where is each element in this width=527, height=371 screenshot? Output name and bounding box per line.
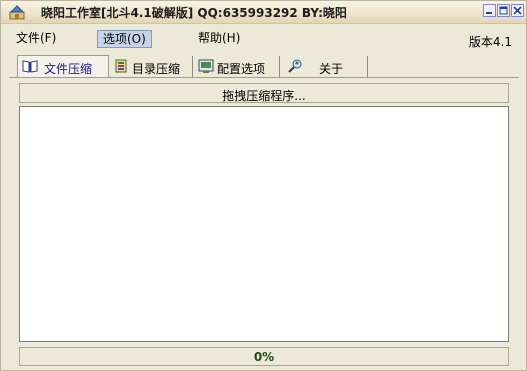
folder-stack-icon (113, 58, 129, 74)
progress-bar: 0% (19, 347, 509, 366)
title-bar[interactable]: 晓阳工作室[北斗4.1破解版] QQ:635993292 BY:晓阳 (1, 1, 526, 24)
search-person-icon (287, 58, 303, 74)
maximize-button[interactable] (497, 4, 510, 17)
drop-hint-banner: 拖拽压缩程序... (19, 83, 509, 103)
app-window: 晓阳工作室[北斗4.1破解版] QQ:635993292 BY:晓阳 文件(F)… (0, 0, 527, 371)
app-icon (9, 4, 27, 20)
tab-label: 配置选项 (217, 62, 266, 76)
minimize-button[interactable] (483, 4, 496, 17)
tab-config-options[interactable]: 配置选项 (194, 56, 280, 77)
maximize-icon (499, 6, 508, 15)
tab-label: 目录压缩 (132, 62, 181, 76)
progress-text: 0% (253, 350, 275, 364)
tab-about[interactable]: 关于 (281, 56, 368, 77)
minimize-icon (486, 12, 492, 14)
tab-label: 关于 (319, 62, 344, 76)
config-icon (198, 58, 214, 74)
file-drop-list[interactable] (19, 106, 509, 342)
tab-file-compress[interactable]: 文件压缩 (17, 55, 109, 78)
tab-directory-compress[interactable]: 目录压缩 (110, 56, 193, 77)
menu-options[interactable]: 选项(O) (97, 30, 152, 48)
menu-help[interactable]: 帮助(H) (193, 30, 245, 48)
close-button[interactable] (511, 4, 524, 17)
menu-file[interactable]: 文件(F) (11, 30, 61, 48)
window-title: 晓阳工作室[北斗4.1破解版] QQ:635993292 BY:晓阳 (41, 6, 347, 20)
menu-bar: 文件(F) 选项(O) 帮助(H) 版本4.1 (1, 24, 526, 50)
version-label: 版本4.1 (468, 35, 512, 49)
tab-label: 文件压缩 (44, 62, 93, 76)
book-icon (22, 58, 38, 74)
tab-divider (9, 77, 519, 78)
close-icon (513, 6, 522, 15)
drop-hint-text: 拖拽压缩程序... (222, 89, 306, 103)
